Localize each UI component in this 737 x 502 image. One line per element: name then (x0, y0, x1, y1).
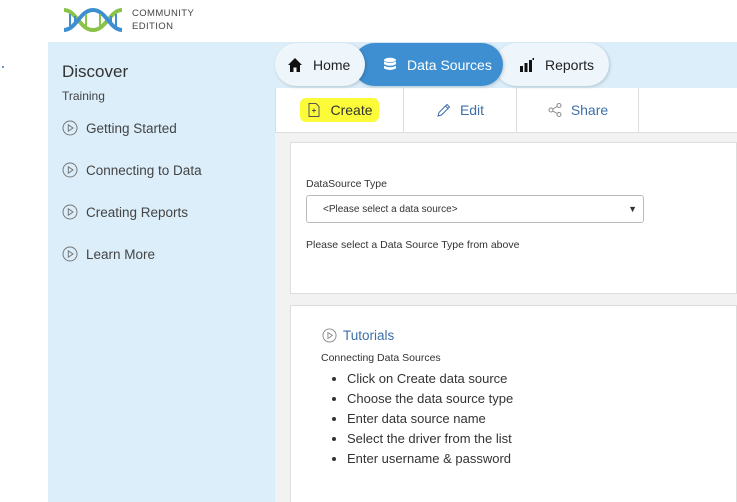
home-icon (288, 57, 302, 72)
dna-logo-icon[interactable] (62, 6, 124, 39)
nav-home-button[interactable]: Home (275, 43, 365, 86)
tutorial-step: Enter data source name (347, 409, 513, 429)
tutorial-step: Select the driver from the list (347, 429, 513, 449)
nav-data-sources-button[interactable]: Data Sources (353, 43, 503, 86)
edition-line-2: EDITION (132, 21, 174, 32)
pencil-icon (437, 103, 451, 117)
sidebar-item-label: Creating Reports (86, 204, 189, 220)
sidebar-item-connecting-to-data[interactable]: Connecting to Data (62, 160, 202, 180)
datasource-type-value: <Please select a data source> (323, 203, 458, 215)
tutorials-subtitle: Connecting Data Sources (321, 352, 441, 364)
datasource-form-card: DataSource Type <Please select a data so… (290, 142, 737, 294)
create-highlight: Create (300, 98, 379, 122)
tutorial-step: Enter username & password (347, 449, 513, 469)
tab-share[interactable]: Share (517, 88, 639, 132)
database-icon (384, 57, 396, 70)
sidebar-title: Discover (62, 62, 129, 81)
stray-dot (2, 66, 4, 68)
tutorials-link[interactable]: Tutorials (322, 328, 394, 343)
tab-edit-label: Edit (459, 102, 485, 118)
nav-reports-label: Reports (545, 56, 595, 73)
app-header: COMMUNITY EDITION (48, 0, 737, 43)
share-icon (548, 103, 562, 117)
play-circle-icon (62, 120, 78, 136)
play-circle-icon (322, 328, 337, 343)
tab-share-label: Share (570, 102, 609, 118)
play-circle-icon (62, 246, 78, 262)
tab-edit[interactable]: Edit (404, 88, 517, 132)
play-circle-icon (62, 162, 78, 178)
edition-line-1: COMMUNITY (132, 8, 195, 19)
nav-data-sources-label: Data Sources (407, 56, 492, 73)
play-circle-icon (62, 204, 78, 220)
sidebar-item-label: Connecting to Data (86, 162, 202, 178)
action-tabs: Create Edit Share (275, 88, 737, 133)
bar-chart-icon (520, 57, 534, 72)
tab-create[interactable]: Create (275, 88, 404, 132)
sidebar-item-creating-reports[interactable]: Creating Reports (62, 202, 188, 222)
tutorial-step: Choose the data source type (347, 389, 513, 409)
tutorials-card: Tutorials Connecting Data Sources Click … (290, 305, 737, 502)
caret-down-icon: ▼ (628, 204, 637, 214)
main-content: Create Edit Share DataSource Type <Pleas… (275, 88, 737, 502)
nav-home-label: Home (313, 56, 351, 73)
datasource-type-select[interactable]: <Please select a data source> ▼ (306, 195, 644, 223)
create-file-icon (308, 103, 320, 117)
nav-reports-button[interactable]: Reports (495, 43, 609, 86)
sidebar-item-getting-started[interactable]: Getting Started (62, 118, 177, 138)
sidebar: Discover Training Getting Started Connec… (48, 42, 275, 502)
tutorial-step: Click on Create data source (347, 369, 513, 389)
tab-create-label: Create (330, 102, 373, 118)
datasource-help-text: Please select a Data Source Type from ab… (306, 239, 520, 251)
sidebar-subtitle: Training (62, 89, 105, 103)
datasource-type-label: DataSource Type (306, 178, 387, 190)
edition-label: COMMUNITY EDITION (132, 7, 194, 33)
sidebar-item-learn-more[interactable]: Learn More (62, 244, 155, 264)
tutorial-steps: Click on Create data source Choose the d… (327, 369, 513, 469)
top-nav: Home Data Sources Reports (275, 42, 737, 88)
sidebar-item-label: Learn More (86, 246, 156, 262)
sidebar-item-label: Getting Started (86, 120, 177, 136)
tutorials-title: Tutorials (343, 328, 395, 343)
